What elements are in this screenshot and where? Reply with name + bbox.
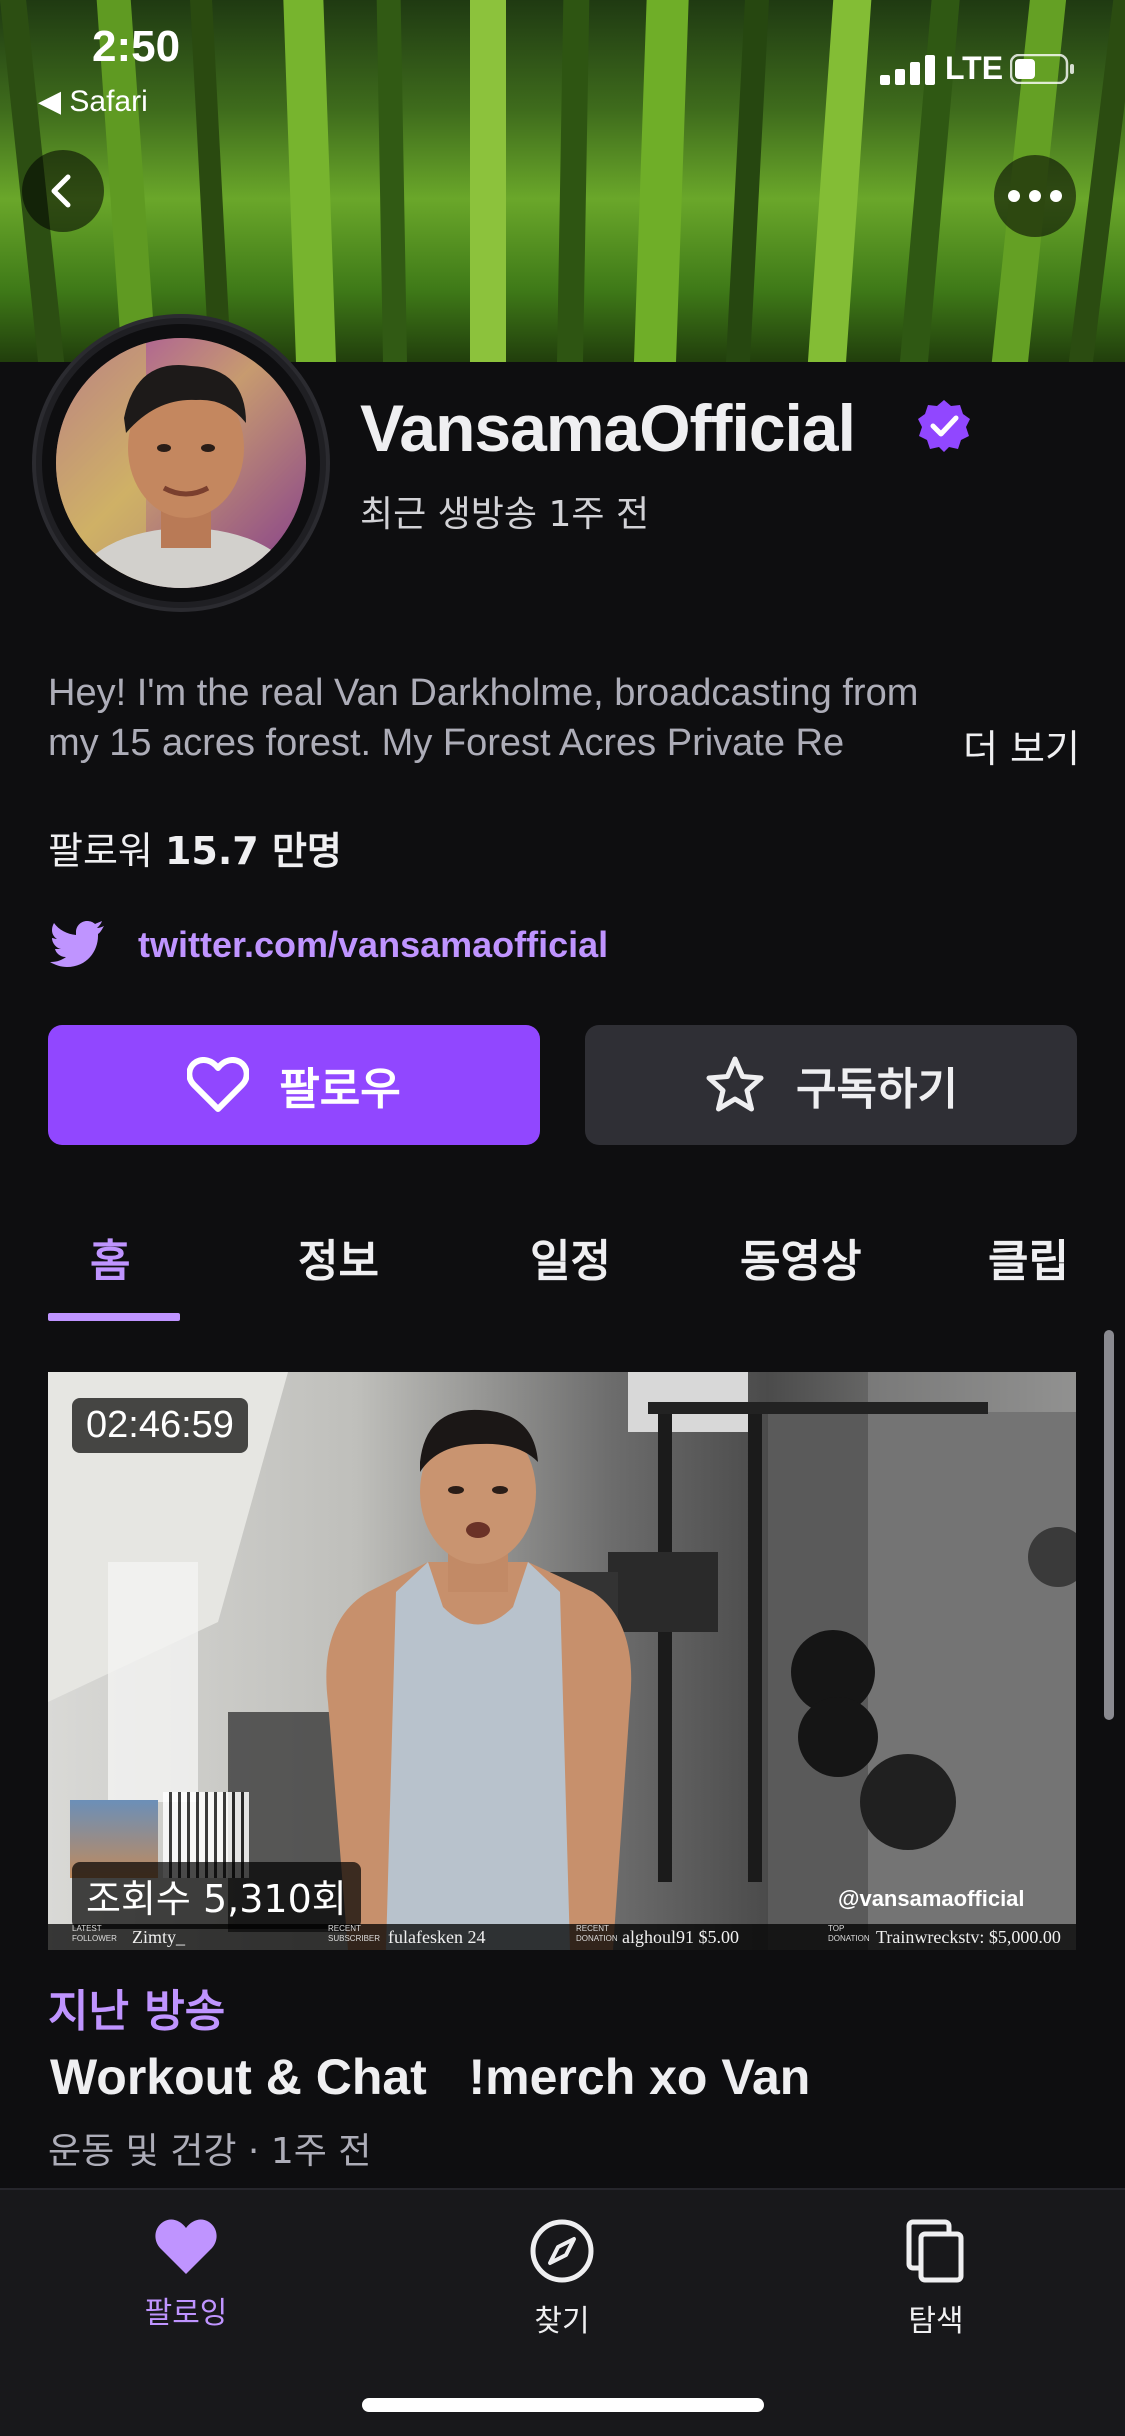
follower-count: 팔로워 15.7 만명 [48,820,342,875]
ticker-value: Trainwreckstv: $5,000.00 [876,1927,1061,1947]
video-title[interactable]: Workout & Chat !merch xo Van [50,2048,810,2106]
nav-label: 팔로잉 [144,2296,228,2331]
tab-about[interactable]: 정보 [298,1225,379,1289]
channel-avatar[interactable] [36,318,326,608]
ticker-label: RECENT DONATION [576,1924,618,1943]
subscribe-button[interactable]: 구독하기 [585,1025,1077,1145]
nav-following[interactable]: 팔로잉 [86,2218,286,2332]
browse-icon [906,2219,964,2283]
tab-home[interactable]: 홈 [90,1225,130,1289]
follow-button[interactable]: 팔로우 [48,1025,540,1145]
bio-line: my 15 acres forest. My Forest Acres Priv… [48,722,845,764]
back-to-safari-link[interactable]: ◀ Safari [38,84,148,119]
carrier-label: LTE [945,50,1004,86]
ticker-label: RECENT SUBSCRIBER [328,1924,381,1943]
status-bar: 2:50 ◀ Safari LTE [0,0,1125,120]
nav-label: 찾기 [534,2304,590,2339]
nav-label: 탐색 [908,2304,964,2339]
star-icon [706,1056,764,1112]
subscribe-label: 구독하기 [796,1064,958,1115]
video-thumbnail[interactable]: 02:46:59 조회수 5,310회 @vansamaofficial LAT… [48,1372,1076,1950]
video-duration: 02:46:59 [72,1398,248,1453]
followers-label: 팔로워 [48,829,153,873]
channel-bio: Hey! I'm the real Van Darkholme, broadca… [48,668,1088,768]
twitter-link[interactable]: twitter.com/vansamaofficial [138,924,608,966]
nav-discover[interactable]: 찾기 [462,2218,662,2340]
back-button[interactable] [22,150,104,232]
bio-more-button[interactable]: 더 보기 [955,718,1080,773]
follow-label: 팔로우 [279,1064,401,1115]
video-meta: 운동 및 건강 · 1주 전 [48,2131,372,2172]
ticker-value: Zimty_ [132,1927,185,1947]
tab-clips[interactable]: 클립 [988,1225,1069,1289]
past-broadcast-label: 지난 방송 [48,1986,226,2037]
ticker-value: alghoul91 $5.00 [622,1927,739,1947]
ticker-label: LATEST FOLLOWER [72,1924,117,1943]
tab-schedule[interactable]: 일정 [530,1225,611,1289]
more-dots-icon [1008,190,1062,202]
channel-name: VansamaOfficial [360,391,856,465]
tab-videos[interactable]: 동영상 [740,1225,861,1289]
ticker-label: TOP DONATION [828,1924,870,1943]
nav-browse[interactable]: 탐색 [836,2218,1036,2340]
avatar-image [56,338,306,588]
active-tab-indicator [48,1313,180,1321]
battery-icon [1010,54,1074,84]
chevron-left-icon [51,174,71,208]
more-options-button[interactable] [994,155,1076,237]
view-count: 조회수 5,310회 [72,1862,361,1929]
followers-value: 15.7 만명 [164,829,342,873]
verified-badge-icon [918,400,970,452]
home-indicator[interactable] [362,2398,764,2412]
signal-icon [880,55,935,85]
compass-icon [530,2219,594,2283]
stream-ticker: LATEST FOLLOWER Zimty_ RECENT SUBSCRIBER… [48,1924,1076,1950]
channel-tabs: 홈 정보 일정 동영상 클립 [0,1195,1125,1325]
scrollbar[interactable] [1104,1330,1114,1720]
ticker-value: fulafesken 24 [388,1927,486,1947]
twitter-icon [50,921,104,967]
last-live-text: 최근 생방송 1주 전 [360,494,650,535]
bio-line: Hey! I'm the real Van Darkholme, broadca… [48,672,919,714]
heart-icon [187,1057,250,1112]
heart-icon [155,2219,217,2274]
status-time: 2:50 [92,22,181,71]
stream-watermark: @vansamaofficial [838,1886,1025,1911]
